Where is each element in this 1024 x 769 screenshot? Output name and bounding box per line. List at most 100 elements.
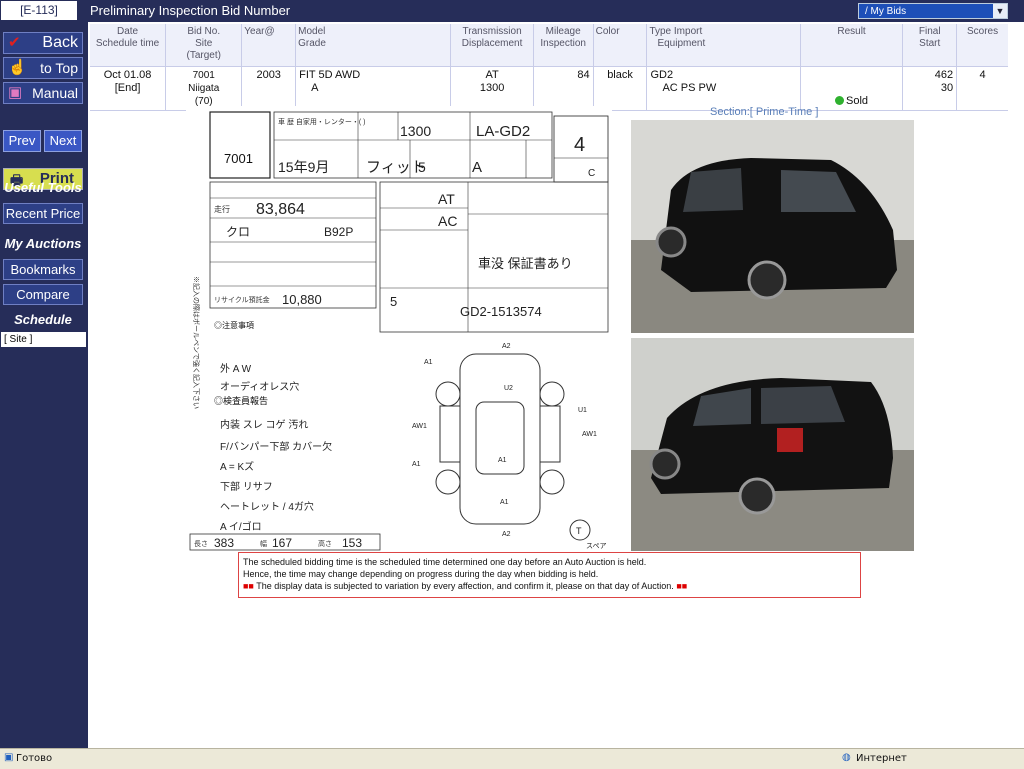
cell-date: Oct 01.08 [End]	[90, 66, 167, 111]
sheet-notes-line: 車没 保証書あり	[478, 256, 573, 271]
svg-text:車 歴 自家用・レンター・( ): 車 歴 自家用・レンター・( )	[278, 117, 366, 126]
sheet-recycle: 10,880	[282, 292, 322, 307]
to-top-button[interactable]: ☝ to Top	[3, 57, 83, 79]
page-icon: ▣	[4, 752, 14, 763]
notice-line: The scheduled bidding time is the schedu…	[243, 557, 647, 567]
handwritten-line: オーディオレス穴	[220, 380, 299, 393]
svg-text:リサイクル預託金: リサイクル預託金	[214, 295, 270, 304]
col-scores: Scores	[956, 24, 1008, 67]
back-arrow-icon: ✔	[8, 34, 21, 51]
notice-box: The scheduled bidding time is the schedu…	[238, 552, 861, 598]
site-field[interactable]: [ Site ]	[1, 332, 86, 347]
col-bid: Bid No. Site (Target)	[165, 24, 243, 67]
sheet-score-sub: C	[588, 168, 595, 179]
notice-line: Hence, the time may change depending on …	[243, 569, 599, 579]
sheet-displacement: 1300	[400, 123, 431, 139]
sold-status-icon	[835, 96, 845, 105]
back-button[interactable]: ✔ Back	[3, 32, 83, 54]
handwritten-line: ヘートレット / 4ガ穴	[220, 500, 314, 513]
hand-pointer-icon: ☝	[8, 59, 27, 76]
prev-button[interactable]: Prev	[3, 130, 41, 152]
car-photo-front[interactable]	[631, 120, 914, 333]
panel-mark: A1	[412, 461, 421, 468]
bookmarks-link[interactable]: Bookmarks	[3, 259, 83, 280]
col-type: Type Import Equipment	[646, 24, 801, 67]
panel-mark: A1	[424, 359, 433, 366]
col-color: Color	[593, 24, 648, 67]
sheet-year: 15年9月	[278, 159, 329, 175]
my-bids-value: / My Bids	[865, 6, 907, 17]
cell-type: GD2 AC PS PW	[646, 66, 801, 111]
sheet-seats: 5	[390, 294, 397, 309]
sheet-model: フィット	[366, 159, 426, 176]
warning-icon: ■■	[676, 581, 688, 591]
panel-mark: U2	[504, 385, 513, 392]
panel-mark: A1	[500, 499, 509, 506]
panel-mark: A2	[502, 343, 511, 350]
sheet-inspector-label: ◎検査員報告	[214, 395, 268, 406]
col-result: Result	[800, 24, 904, 67]
sheet-score: 4	[574, 134, 585, 156]
sheet-chassis: GD2-1513574	[460, 304, 542, 319]
sheet-notes-label: ◎注意事項	[214, 320, 254, 330]
car-damage-diagram	[435, 353, 591, 541]
car-photo-rear[interactable]	[631, 338, 914, 551]
lot-info-table: Date Schedule time Bid No. Site (Target) Ye…	[90, 24, 1008, 111]
panel-mark: A1	[498, 457, 507, 464]
next-button[interactable]: Next	[44, 130, 82, 152]
chevron-down-icon[interactable]: ▼	[993, 4, 1007, 18]
cell-mileage: 84	[533, 66, 594, 111]
handwritten-line: 外 A W	[220, 363, 252, 375]
compare-link[interactable]: Compare	[3, 284, 83, 305]
sheet-size-h: 153	[342, 536, 362, 550]
handwritten-line: 下部 リサフ	[220, 480, 273, 493]
notice-line-warning: ■■ The display data is subjected to vari…	[243, 581, 688, 591]
panel-mark: AW1	[582, 431, 597, 438]
col-mileage: Mileage Inspection	[533, 24, 594, 67]
sold-status-badge: Sold	[846, 95, 869, 107]
handwritten-line: A = Kズ	[220, 460, 254, 473]
manual-label: Manual	[32, 85, 78, 101]
sheet-ac: AC	[438, 213, 457, 229]
sheet-doors: 5	[418, 159, 426, 175]
panel-mark: U1	[578, 407, 587, 414]
manual-button[interactable]: ▣ Manual	[3, 82, 83, 104]
sheet-mileage: 83,864	[256, 201, 305, 218]
sheet-color: クロ	[226, 225, 250, 239]
cell-transmission: AT 1300	[450, 66, 534, 111]
svg-text:高さ: 高さ	[318, 539, 332, 548]
cell-color: black	[593, 66, 648, 111]
useful-tools-heading: Useful Tools	[4, 180, 82, 195]
my-bids-dropdown[interactable]: / My Bids ▼	[858, 3, 1008, 19]
page-title: Preliminary Inspection Bid Number	[90, 3, 291, 18]
svg-text:長さ: 長さ	[194, 540, 208, 548]
col-model: Model Grade	[295, 24, 452, 67]
table-header-row: Date Schedule time Bid No. Site (Target) Ye…	[90, 24, 1008, 67]
section-label: Section:[ Prime-Time ]	[710, 106, 819, 118]
sheet-vertical-note: ※記入の際はボールペンで強く記入下さい	[192, 276, 201, 409]
globe-icon: ◍	[842, 752, 851, 763]
sheet-code: LA-GD2	[476, 123, 530, 140]
status-text: Готово	[16, 753, 53, 764]
panel-mark: A2	[502, 531, 511, 538]
sheet-size-w: 167	[272, 536, 292, 550]
panel-mark: AW1	[412, 423, 427, 430]
cell-year: 2003	[241, 66, 297, 111]
col-final: Final Start	[902, 24, 958, 67]
svg-text:走行: 走行	[214, 204, 230, 214]
warning-icon: ■■	[243, 581, 254, 591]
inspection-sheet-image: 7001 車 歴 自家用・レンター・( ) 1300 LA-GD2 15年9月 …	[186, 106, 612, 552]
col-date: Date Schedule time	[90, 24, 167, 67]
recent-price-link[interactable]: Recent Price	[3, 203, 83, 224]
svg-text:幅: 幅	[260, 539, 267, 548]
cell-bid: 7001 Niigata (70)	[165, 66, 243, 111]
cell-score: 4	[956, 66, 1008, 111]
sidebar: ✔ Back ☝ to Top ▣ Manual Prev Next 🖶 Pri…	[0, 22, 88, 748]
site-id-label: [E-113]	[0, 0, 78, 21]
sheet-color-code: B92P	[324, 225, 353, 239]
handwritten-line: A イ/ゴロ	[220, 520, 262, 533]
status-bar: ▣ Готово ◍ Интернет	[0, 748, 1024, 769]
handwritten-line: 内装 スレ コゲ 汚れ	[220, 418, 308, 431]
schedule-heading[interactable]: Schedule	[2, 312, 84, 327]
table-row: Oct 01.08 [End] 7001 Niigata (70) 2003 FIT …	[90, 66, 1008, 111]
